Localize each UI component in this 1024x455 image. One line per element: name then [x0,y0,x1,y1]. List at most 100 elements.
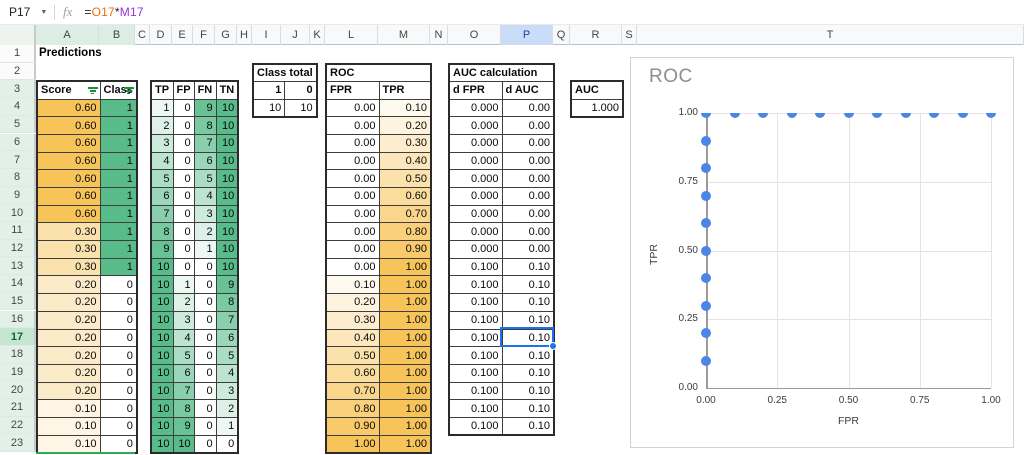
row-header-23[interactable]: 23 [0,434,36,453]
cell[interactable]: 0.100 [448,399,503,418]
cell[interactable]: 0.20 [36,346,101,365]
cell[interactable]: 0.10 [36,399,101,418]
column-header-P[interactable]: P [501,25,553,45]
class-total-title[interactable]: Class total [252,63,318,82]
selected-cell-p17[interactable] [500,327,557,350]
cell[interactable]: 0 [172,240,195,259]
cell[interactable]: 10 [150,328,174,348]
cell[interactable]: 0.10 [501,399,555,418]
cell[interactable]: 6 [193,151,217,171]
auc-label[interactable]: AUC [570,80,624,100]
cell[interactable]: 4 [150,151,174,171]
row-header-21[interactable]: 21 [0,399,36,417]
cell[interactable]: 9 [215,275,239,295]
row-header-10[interactable]: 10 [0,204,36,222]
cell[interactable]: 0.100 [448,346,503,365]
cell[interactable]: 0.10 [36,416,101,436]
cell[interactable]: 0.30 [36,257,101,277]
cell[interactable]: 0.000 [448,187,503,206]
cell[interactable]: 0.000 [448,151,503,171]
cell[interactable]: 0.30 [36,240,101,259]
cell[interactable]: 0.000 [448,98,503,118]
cell[interactable]: 0 [99,328,138,348]
cell[interactable]: 0 [99,399,138,418]
cell[interactable]: 10 [215,257,239,277]
cell[interactable]: 1.00 [325,434,380,454]
cell[interactable]: 0.60 [36,116,101,135]
cell[interactable]: 0.00 [325,169,380,188]
cell[interactable]: 2 [150,116,174,135]
column-header-S[interactable]: S [622,25,637,45]
cell[interactable]: 1.00 [378,257,432,277]
cell[interactable]: TP [150,80,174,100]
cell[interactable]: 0.20 [36,381,101,401]
cell[interactable]: 2 [215,399,239,418]
cell[interactable]: Score [36,80,101,100]
row-header-11[interactable]: 11 [0,222,36,240]
cell[interactable]: 0.30 [378,133,432,153]
cell[interactable]: 8 [215,293,239,312]
cell[interactable]: 0.00 [501,240,555,259]
cell[interactable]: 7 [172,381,195,401]
row-header-15[interactable]: 15 [0,292,36,311]
cell[interactable]: 9 [150,240,174,259]
cell[interactable]: 0.00 [501,151,555,171]
cell[interactable]: 7 [215,310,239,330]
cell[interactable]: 0.100 [448,363,503,383]
row-header-18[interactable]: 18 [0,345,36,364]
cell[interactable]: FPR [325,80,380,100]
cell[interactable]: 0.20 [325,293,380,312]
cell[interactable]: 0.20 [36,310,101,330]
cell[interactable]: 1.00 [378,434,432,454]
cell[interactable]: 0.00 [501,133,555,153]
cell[interactable]: 0.00 [325,151,380,171]
cell[interactable]: 10 [150,381,174,401]
cell[interactable]: 0.90 [325,416,380,436]
cell[interactable]: 1.00 [378,381,432,401]
cell[interactable]: 0.00 [325,204,380,224]
row-header-1[interactable]: 1 [0,45,36,63]
cell[interactable]: 1 [99,257,138,277]
column-header-M[interactable]: M [378,25,430,45]
cell[interactable]: 1 [99,222,138,242]
cell[interactable]: 0.100 [448,328,503,348]
cell[interactable]: 0.20 [36,293,101,312]
cell[interactable]: 0.10 [325,275,380,295]
cell[interactable]: 10 [284,98,318,118]
cell[interactable]: 8 [150,222,174,242]
cell[interactable]: 1 [99,116,138,135]
filter-icon[interactable] [123,87,134,95]
cell[interactable]: 0.10 [501,275,555,295]
cell[interactable]: 0.100 [448,275,503,295]
cell[interactable]: 0.10 [501,293,555,312]
cell[interactable]: 1 [172,275,195,295]
cell[interactable]: 0.00 [325,222,380,242]
cell[interactable]: 2 [193,222,217,242]
cell[interactable]: Class [99,80,138,100]
cell[interactable]: 0 [99,381,138,401]
row-header-12[interactable]: 12 [0,239,36,258]
fill-handle[interactable] [549,341,557,350]
cell[interactable]: 0.00 [325,240,380,259]
select-all-corner[interactable] [0,25,36,45]
cell[interactable]: 0 [193,346,217,365]
auc-value[interactable]: 1.000 [570,98,624,118]
cell[interactable]: 10 [150,275,174,295]
column-header-D[interactable]: D [150,25,172,45]
column-header-A[interactable]: A [36,25,99,45]
cell[interactable]: 0.60 [36,151,101,171]
cell[interactable]: 0.60 [36,187,101,206]
cell[interactable]: 10 [172,434,195,454]
row-header-9[interactable]: 9 [0,186,36,205]
name-box-dropdown-icon[interactable]: ▼ [40,9,47,16]
row-header-22[interactable]: 22 [0,416,36,435]
cell[interactable]: 6 [215,328,239,348]
cell[interactable]: 0 [172,133,195,153]
cell[interactable]: 10 [215,116,239,135]
column-header-G[interactable]: G [215,25,237,45]
cell[interactable]: 1.00 [378,328,432,348]
cell[interactable]: 1 [99,187,138,206]
row-header-5[interactable]: 5 [0,115,36,134]
cell[interactable]: 0 [99,416,138,436]
cell[interactable]: 10 [150,399,174,418]
